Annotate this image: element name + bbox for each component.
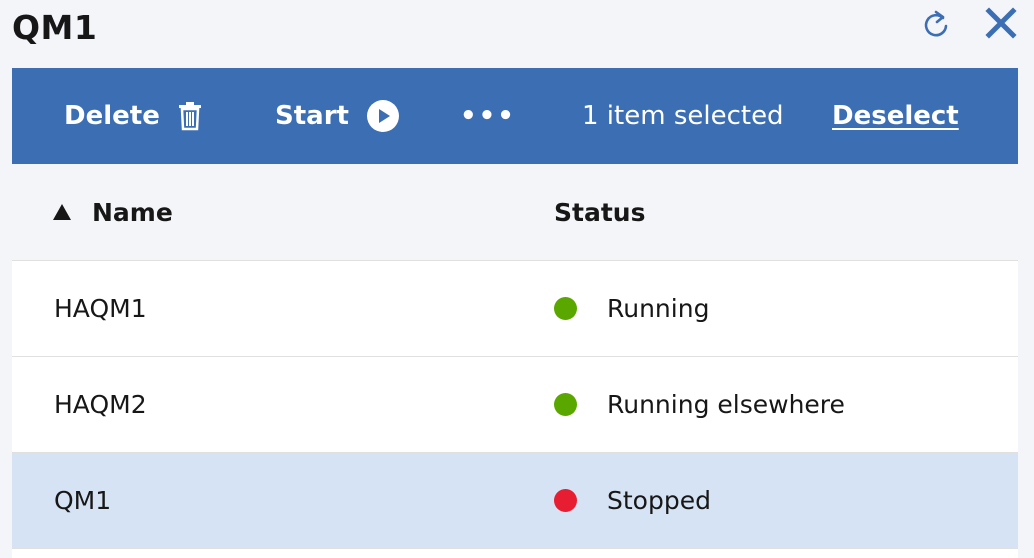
start-button[interactable]: Start <box>275 68 399 164</box>
status-text: Running elsewhere <box>607 390 845 419</box>
selection-count: 1 item selected <box>582 101 784 131</box>
queue-manager-name: HAQM2 <box>54 390 147 419</box>
column-header-label: Status <box>554 197 646 227</box>
delete-label: Delete <box>64 101 160 131</box>
status-cell: Running elsewhere <box>554 357 845 452</box>
status-indicator-icon <box>554 393 577 416</box>
page-title: QM1 <box>12 8 98 47</box>
close-icon <box>985 7 1017 39</box>
column-header-name[interactable]: Name <box>52 164 173 260</box>
batch-action-toolbar: Delete Start ••• 1 item selected Deselec… <box>12 68 1018 164</box>
table-row[interactable]: HAQM2 Running elsewhere <box>12 357 1018 453</box>
table-row[interactable]: HAQM1 Running <box>12 261 1018 357</box>
status-text: Stopped <box>607 486 711 515</box>
status-text: Running <box>607 294 710 323</box>
queue-manager-table: Delete Start ••• 1 item selected Deselec… <box>12 68 1018 558</box>
refresh-icon <box>924 10 948 37</box>
more-actions-button[interactable]: ••• <box>460 68 516 164</box>
close-button[interactable] <box>980 2 1022 44</box>
trash-icon <box>178 101 202 131</box>
sort-ascending-icon <box>52 203 72 221</box>
refresh-button[interactable] <box>918 6 954 42</box>
column-header-label: Name <box>92 197 173 227</box>
status-indicator-icon <box>554 489 577 512</box>
deselect-button[interactable]: Deselect <box>832 68 959 164</box>
status-cell: Stopped <box>554 453 711 548</box>
play-icon <box>366 100 399 132</box>
table-header: Name Status <box>12 164 1018 261</box>
delete-button[interactable]: Delete <box>64 68 202 164</box>
start-label: Start <box>275 101 349 131</box>
column-header-status[interactable]: Status <box>554 164 645 260</box>
status-indicator-icon <box>554 297 577 320</box>
table-row[interactable]: QM1 Stopped <box>12 453 1018 549</box>
status-cell: Running <box>554 261 709 356</box>
queue-manager-name: HAQM1 <box>54 294 147 323</box>
queue-manager-name: QM1 <box>54 486 112 515</box>
